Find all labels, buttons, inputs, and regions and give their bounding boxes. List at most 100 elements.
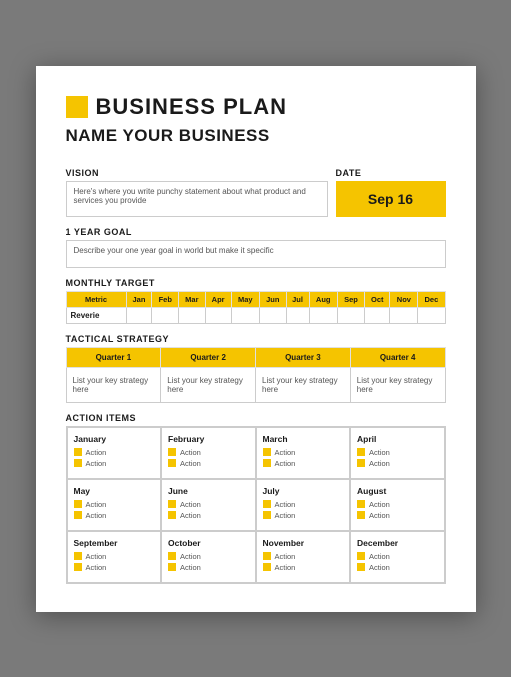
action-item: Action bbox=[168, 500, 249, 509]
action-bullet-icon bbox=[357, 459, 365, 467]
action-item: Action bbox=[357, 511, 438, 520]
action-bullet-icon bbox=[357, 448, 365, 456]
action-item: Action bbox=[168, 511, 249, 520]
action-item: Action bbox=[168, 459, 249, 468]
action-item-label: Action bbox=[86, 448, 107, 457]
action-month-october: October bbox=[168, 538, 249, 548]
action-bullet-icon bbox=[168, 552, 176, 560]
action-bullet-icon bbox=[74, 448, 82, 456]
action-item-label: Action bbox=[369, 552, 390, 561]
vision-block: VISION Here's where you write punchy sta… bbox=[66, 158, 328, 217]
date-value[interactable]: Sep 16 bbox=[336, 181, 446, 217]
vision-label: VISION bbox=[66, 168, 328, 178]
monthly-cell-2[interactable] bbox=[179, 307, 206, 323]
action-item: Action bbox=[168, 563, 249, 572]
document-page: BUSINESS PLAN NAME YOUR BUSINESS VISION … bbox=[36, 66, 476, 612]
action-bullet-icon bbox=[168, 563, 176, 571]
action-month-february: February bbox=[168, 434, 249, 444]
header: BUSINESS PLAN bbox=[66, 94, 446, 120]
monthly-cell-10[interactable] bbox=[390, 307, 418, 323]
action-item: Action bbox=[168, 552, 249, 561]
monthly-header-may: May bbox=[231, 291, 259, 307]
monthly-cell-5[interactable] bbox=[260, 307, 287, 323]
action-month-december: December bbox=[357, 538, 438, 548]
action-item-label: Action bbox=[369, 563, 390, 572]
action-item-label: Action bbox=[275, 511, 296, 520]
tactical-body-row: List your key strategy hereList your key… bbox=[66, 367, 445, 402]
monthly-cell-7[interactable] bbox=[309, 307, 337, 323]
tactical-strategy-q2[interactable]: List your key strategy here bbox=[161, 367, 256, 402]
action-bullet-icon bbox=[263, 511, 271, 519]
monthly-header-oct: Oct bbox=[365, 291, 390, 307]
action-bullet-icon bbox=[357, 563, 365, 571]
action-item: Action bbox=[263, 500, 344, 509]
date-block: DATE Sep 16 bbox=[336, 158, 446, 217]
action-item: Action bbox=[74, 448, 155, 457]
action-bullet-icon bbox=[74, 563, 82, 571]
monthly-cell-1[interactable] bbox=[152, 307, 179, 323]
action-bullet-icon bbox=[263, 500, 271, 508]
action-label: ACTION ITEMS bbox=[66, 413, 446, 423]
tactical-header-q1: Quarter 1 bbox=[66, 347, 161, 367]
monthly-header-feb: Feb bbox=[152, 291, 179, 307]
action-cell-december: December Action Action bbox=[350, 531, 445, 583]
monthly-metric: Reverie bbox=[66, 307, 126, 323]
action-item-label: Action bbox=[86, 511, 107, 520]
action-item-label: Action bbox=[275, 563, 296, 572]
action-item-label: Action bbox=[180, 500, 201, 509]
action-month-august: August bbox=[357, 486, 438, 496]
tactical-strategy-q3[interactable]: List your key strategy here bbox=[256, 367, 351, 402]
action-grid: JanuaryActionActionFebruaryActionActionM… bbox=[66, 426, 446, 584]
action-item: Action bbox=[357, 448, 438, 457]
action-cell-july: JulyActionAction bbox=[256, 479, 351, 531]
action-cell-april: AprilActionAction bbox=[350, 427, 445, 479]
action-item: Action bbox=[74, 459, 155, 468]
monthly-table: MetricJanFebMarAprMayJunJulAugSepOctNovD… bbox=[66, 291, 446, 324]
tactical-header-q3: Quarter 3 bbox=[256, 347, 351, 367]
action-bullet-icon bbox=[74, 500, 82, 508]
monthly-header-jan: Jan bbox=[126, 291, 152, 307]
action-cell-november: NovemberActionAction bbox=[256, 531, 351, 583]
tactical-strategy-q4[interactable]: List your key strategy here bbox=[350, 367, 445, 402]
monthly-header-aug: Aug bbox=[309, 291, 337, 307]
action-bullet-icon bbox=[74, 511, 82, 519]
action-item: Action bbox=[263, 448, 344, 457]
action-month-june: June bbox=[168, 486, 249, 496]
action-cell-august: AugustActionAction bbox=[350, 479, 445, 531]
action-item-label: Action bbox=[86, 500, 107, 509]
action-item-label: Action bbox=[180, 552, 201, 561]
monthly-cell-0[interactable] bbox=[126, 307, 152, 323]
action-item: Action bbox=[74, 563, 155, 572]
action-bullet-icon bbox=[74, 552, 82, 560]
monthly-cell-6[interactable] bbox=[286, 307, 309, 323]
goal-section: 1 YEAR GOAL Describe your one year goal … bbox=[66, 227, 446, 268]
goal-text: Describe your one year goal in world but… bbox=[74, 246, 274, 255]
action-month-september: September bbox=[74, 538, 155, 548]
monthly-cell-8[interactable] bbox=[337, 307, 364, 323]
action-bullet-icon bbox=[168, 459, 176, 467]
action-bullet-icon bbox=[357, 500, 365, 508]
action-item-label: Action bbox=[86, 552, 107, 561]
monthly-cell-3[interactable] bbox=[205, 307, 231, 323]
monthly-cell-11[interactable] bbox=[418, 307, 445, 323]
action-bullet-icon bbox=[168, 511, 176, 519]
tactical-header-row: Quarter 1Quarter 2Quarter 3Quarter 4 bbox=[66, 347, 445, 367]
monthly-header-metric: Metric bbox=[66, 291, 126, 307]
action-item-label: Action bbox=[275, 459, 296, 468]
goal-input[interactable]: Describe your one year goal in world but… bbox=[66, 240, 446, 268]
action-month-may: May bbox=[74, 486, 155, 496]
action-month-november: November bbox=[263, 538, 344, 548]
monthly-header-jul: Jul bbox=[286, 291, 309, 307]
action-item-label: Action bbox=[180, 511, 201, 520]
vision-date-row: VISION Here's where you write punchy sta… bbox=[66, 158, 446, 217]
action-cell-october: October Action Action bbox=[161, 531, 256, 583]
tactical-strategy-q1[interactable]: List your key strategy here bbox=[66, 367, 161, 402]
vision-input[interactable]: Here's where you write punchy statement … bbox=[66, 181, 328, 217]
monthly-row: Reverie bbox=[66, 307, 445, 323]
action-cell-september: September Action Action bbox=[67, 531, 162, 583]
monthly-cell-4[interactable] bbox=[231, 307, 259, 323]
monthly-header-row: MetricJanFebMarAprMayJunJulAugSepOctNovD… bbox=[66, 291, 445, 307]
monthly-cell-9[interactable] bbox=[365, 307, 390, 323]
date-label: DATE bbox=[336, 168, 446, 178]
tactical-header-q4: Quarter 4 bbox=[350, 347, 445, 367]
